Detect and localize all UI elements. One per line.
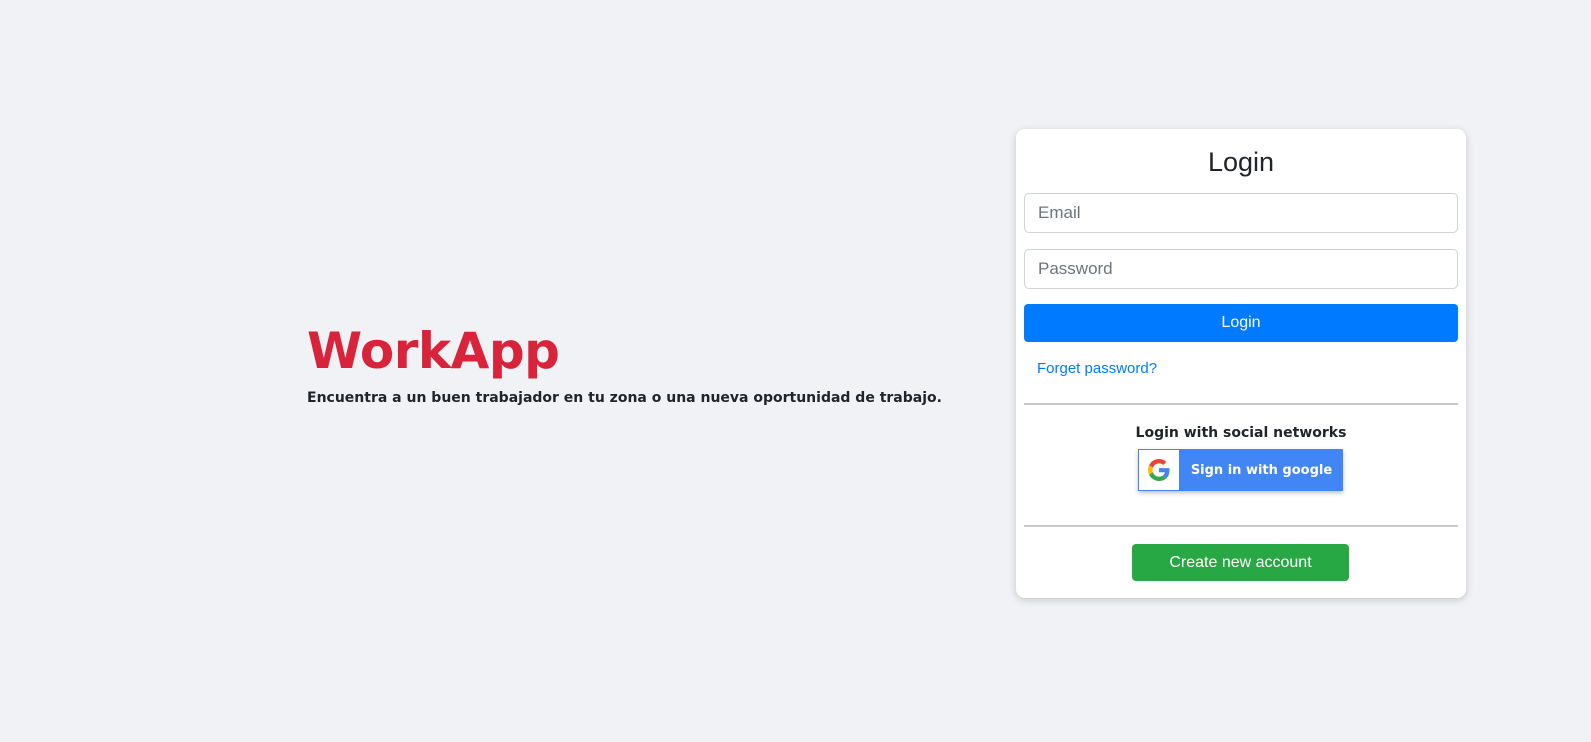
google-g-icon (1138, 449, 1180, 491)
login-card: Login Login Forget password? Login with … (1016, 129, 1466, 598)
divider (1024, 525, 1458, 527)
brand-title: WorkApp (307, 322, 560, 380)
social-login-label: Login with social networks (1135, 425, 1347, 441)
google-signin-button[interactable]: Sign in with google (1138, 449, 1343, 491)
login-button[interactable]: Login (1024, 304, 1458, 342)
divider (1024, 403, 1458, 405)
login-title: Login (1207, 147, 1275, 177)
brand-section: WorkApp Encuentra a un buen trabajador e… (307, 322, 942, 408)
password-input[interactable] (1024, 249, 1458, 289)
create-account-button[interactable]: Create new account (1132, 544, 1349, 581)
google-signin-label: Sign in with google (1190, 462, 1333, 478)
login-page: WorkApp Encuentra a un buen trabajador e… (0, 0, 1591, 742)
email-input[interactable] (1024, 193, 1458, 233)
forget-password-link[interactable]: Forget password? (1037, 359, 1157, 379)
brand-tagline: Encuentra a un buen trabajador en tu zon… (307, 390, 942, 406)
